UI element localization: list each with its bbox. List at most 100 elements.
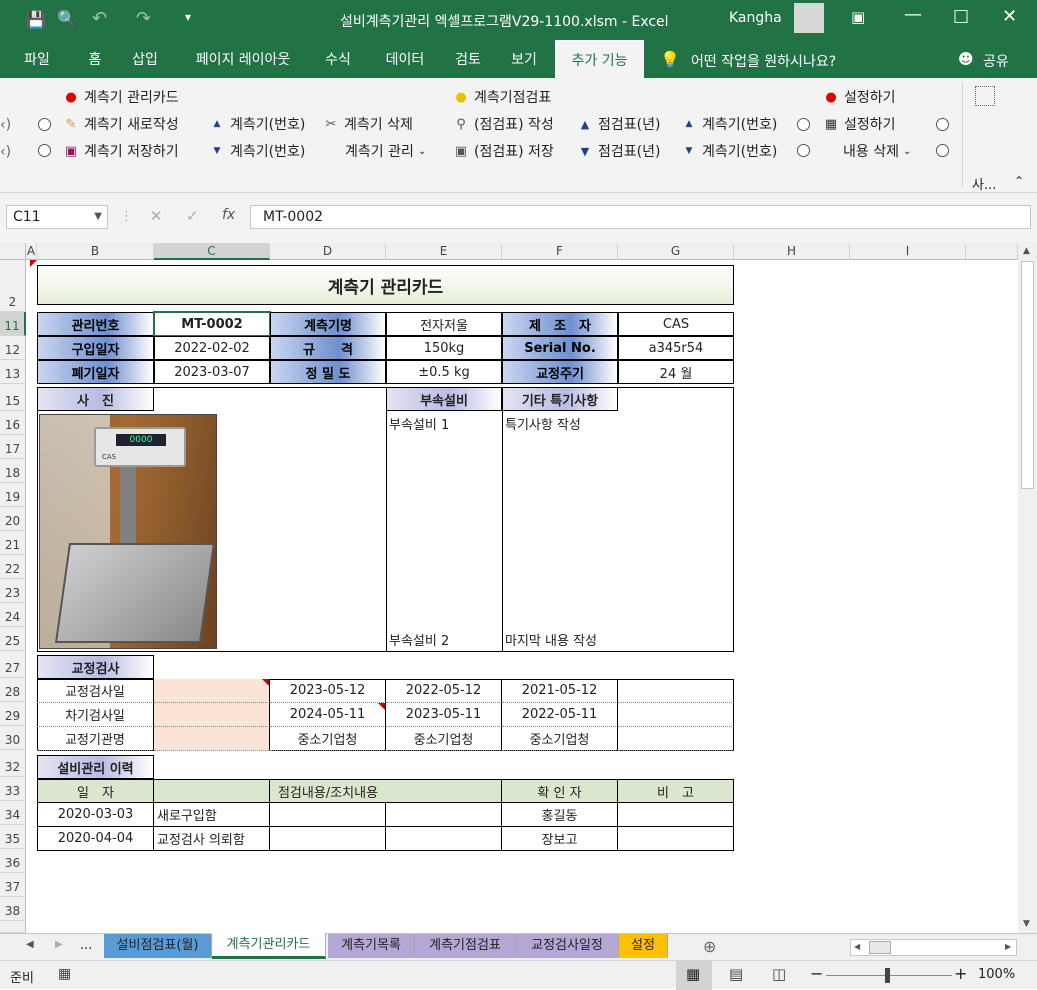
- radio-option[interactable]: [797, 144, 810, 157]
- num-down-button[interactable]: ▼ 계측기(번호): [680, 141, 778, 161]
- hscroll-thumb[interactable]: [869, 941, 891, 954]
- minimize-icon[interactable]: —: [904, 4, 922, 25]
- radio-option[interactable]: [38, 144, 51, 157]
- sheet-tab[interactable]: 설비점검표(월): [104, 934, 212, 958]
- row-header[interactable]: 36: [0, 849, 26, 873]
- worksheet-grid[interactable]: A B C D E F G H I 2 11 12 13 15 16 17 18…: [0, 243, 1018, 933]
- calibration-cell[interactable]: [618, 703, 734, 727]
- select-all-corner[interactable]: [0, 243, 26, 260]
- page-layout-view-icon[interactable]: ▤: [729, 965, 743, 983]
- calibration-cell[interactable]: 중소기업청: [386, 727, 502, 751]
- sheet-tab[interactable]: 계측기점검표: [415, 934, 516, 958]
- avatar[interactable]: [794, 3, 824, 33]
- tab-view[interactable]: 보기: [502, 40, 546, 78]
- calibration-cell[interactable]: 중소기업청: [270, 727, 386, 751]
- row-header[interactable]: 11: [0, 312, 26, 336]
- manage-dropdown[interactable]: 계측기 관리 ⌄: [345, 141, 426, 161]
- tab-page-layout[interactable]: 페이지 레이아웃: [178, 40, 308, 78]
- zoom-level[interactable]: 100%: [978, 967, 1015, 982]
- scroll-right-icon[interactable]: ▶: [1005, 942, 1011, 951]
- cell-mgmt-no[interactable]: MT-0002: [153, 311, 271, 337]
- save-card-button[interactable]: ▣ 계측기 저장하기: [62, 141, 179, 161]
- row-header[interactable]: 35: [0, 825, 26, 849]
- scroll-down-icon[interactable]: ▼: [1023, 919, 1030, 929]
- history-cell[interactable]: 장보고: [502, 827, 618, 851]
- tab-insert[interactable]: 삽입: [122, 40, 168, 78]
- row-header[interactable]: 19: [0, 483, 26, 507]
- year-up-button[interactable]: ▲ 점검표(년): [576, 114, 661, 134]
- calibration-cell[interactable]: [154, 727, 270, 751]
- row-header[interactable]: 29: [0, 702, 26, 726]
- history-cell[interactable]: [386, 803, 502, 827]
- radio-option[interactable]: [936, 118, 949, 131]
- scroll-up-icon[interactable]: ▲: [1023, 246, 1030, 256]
- vertical-scrollbar[interactable]: ▲ ▼: [1018, 243, 1037, 933]
- calibration-cell[interactable]: 2022-05-12: [386, 679, 502, 703]
- tab-home[interactable]: 홈: [74, 40, 116, 78]
- share-button[interactable]: 공유: [983, 51, 1009, 71]
- sheet-prev-icon[interactable]: ◀: [26, 939, 34, 950]
- column-header[interactable]: G: [618, 243, 734, 260]
- tab-file[interactable]: 파일: [6, 40, 68, 78]
- cell-name[interactable]: 전자저울: [386, 312, 502, 336]
- calibration-cell[interactable]: [618, 727, 734, 751]
- history-cell[interactable]: [270, 803, 386, 827]
- calibration-cell[interactable]: 2024-05-11: [270, 703, 386, 727]
- column-header[interactable]: E: [386, 243, 502, 260]
- history-cell[interactable]: 홍길동: [502, 803, 618, 827]
- history-cell[interactable]: 2020-04-04: [37, 827, 154, 851]
- history-cell[interactable]: [618, 827, 734, 851]
- calibration-cell[interactable]: [154, 679, 270, 703]
- column-header[interactable]: [966, 243, 1018, 260]
- column-header[interactable]: I: [850, 243, 966, 260]
- comment-indicator[interactable]: [378, 703, 385, 710]
- comment-indicator[interactable]: [30, 260, 37, 267]
- tab-formulas[interactable]: 수식: [316, 40, 360, 78]
- accessory-2[interactable]: 부속설비 2: [389, 629, 449, 649]
- history-cell[interactable]: 교정검사 의뢰함: [154, 827, 270, 851]
- radio-option[interactable]: [936, 144, 949, 157]
- row-header[interactable]: [0, 921, 26, 933]
- history-cell[interactable]: [618, 803, 734, 827]
- delete-card-button[interactable]: ✂ 계측기 삭제: [322, 114, 413, 134]
- tab-data[interactable]: 데이터: [374, 40, 436, 78]
- row-header[interactable]: 24: [0, 603, 26, 627]
- ribbon-display-icon[interactable]: ▣: [851, 8, 865, 26]
- year-down-button[interactable]: ▼ 점검표(년): [576, 141, 661, 161]
- macro-record-icon[interactable]: ▦: [58, 966, 71, 982]
- cell-disposal[interactable]: 2023-03-07: [154, 360, 270, 384]
- undo-icon[interactable]: ↶: [92, 8, 107, 29]
- calibration-cell[interactable]: [154, 703, 270, 727]
- calibration-cell[interactable]: 2023-05-11: [386, 703, 502, 727]
- tab-addins[interactable]: 추가 기능: [555, 40, 644, 78]
- save-icon[interactable]: 💾: [26, 10, 46, 29]
- add-sheet-icon[interactable]: ⊕: [703, 937, 716, 956]
- cell-precision[interactable]: ±0.5 kg: [386, 360, 502, 384]
- radio-option[interactable]: [38, 118, 51, 131]
- radio-option[interactable]: [797, 118, 810, 131]
- row-header[interactable]: 22: [0, 555, 26, 579]
- normal-view-button[interactable]: ▦: [676, 961, 712, 990]
- zoom-in-icon[interactable]: +: [954, 964, 967, 983]
- column-header[interactable]: H: [734, 243, 850, 260]
- row-header[interactable]: 15: [0, 384, 26, 411]
- clear-dropdown[interactable]: 내용 삭제 ⌄: [843, 141, 911, 161]
- accessory-1[interactable]: 부속설비 1: [389, 413, 449, 433]
- row-header[interactable]: 28: [0, 678, 26, 702]
- print-preview-icon[interactable]: 🔍: [57, 9, 77, 28]
- row-header[interactable]: 38: [0, 897, 26, 921]
- row-header[interactable]: 25: [0, 627, 26, 651]
- zoom-out-icon[interactable]: −: [810, 964, 823, 983]
- comment-indicator[interactable]: [262, 679, 269, 686]
- row-header[interactable]: 34: [0, 801, 26, 825]
- collapse-ribbon-icon[interactable]: ⌃: [1014, 174, 1024, 188]
- sheet-tab[interactable]: 계측기목록: [328, 934, 415, 958]
- column-header[interactable]: C: [154, 243, 270, 260]
- user-name[interactable]: Kangha: [729, 10, 782, 26]
- calibration-cell[interactable]: 2023-05-12: [270, 679, 386, 703]
- sheet-more[interactable]: ...: [80, 938, 92, 953]
- row-header[interactable]: 30: [0, 726, 26, 750]
- settings-button[interactable]: ▦ 설정하기: [822, 114, 896, 134]
- sheet-next-icon[interactable]: ▶: [55, 939, 63, 950]
- column-header[interactable]: D: [270, 243, 386, 260]
